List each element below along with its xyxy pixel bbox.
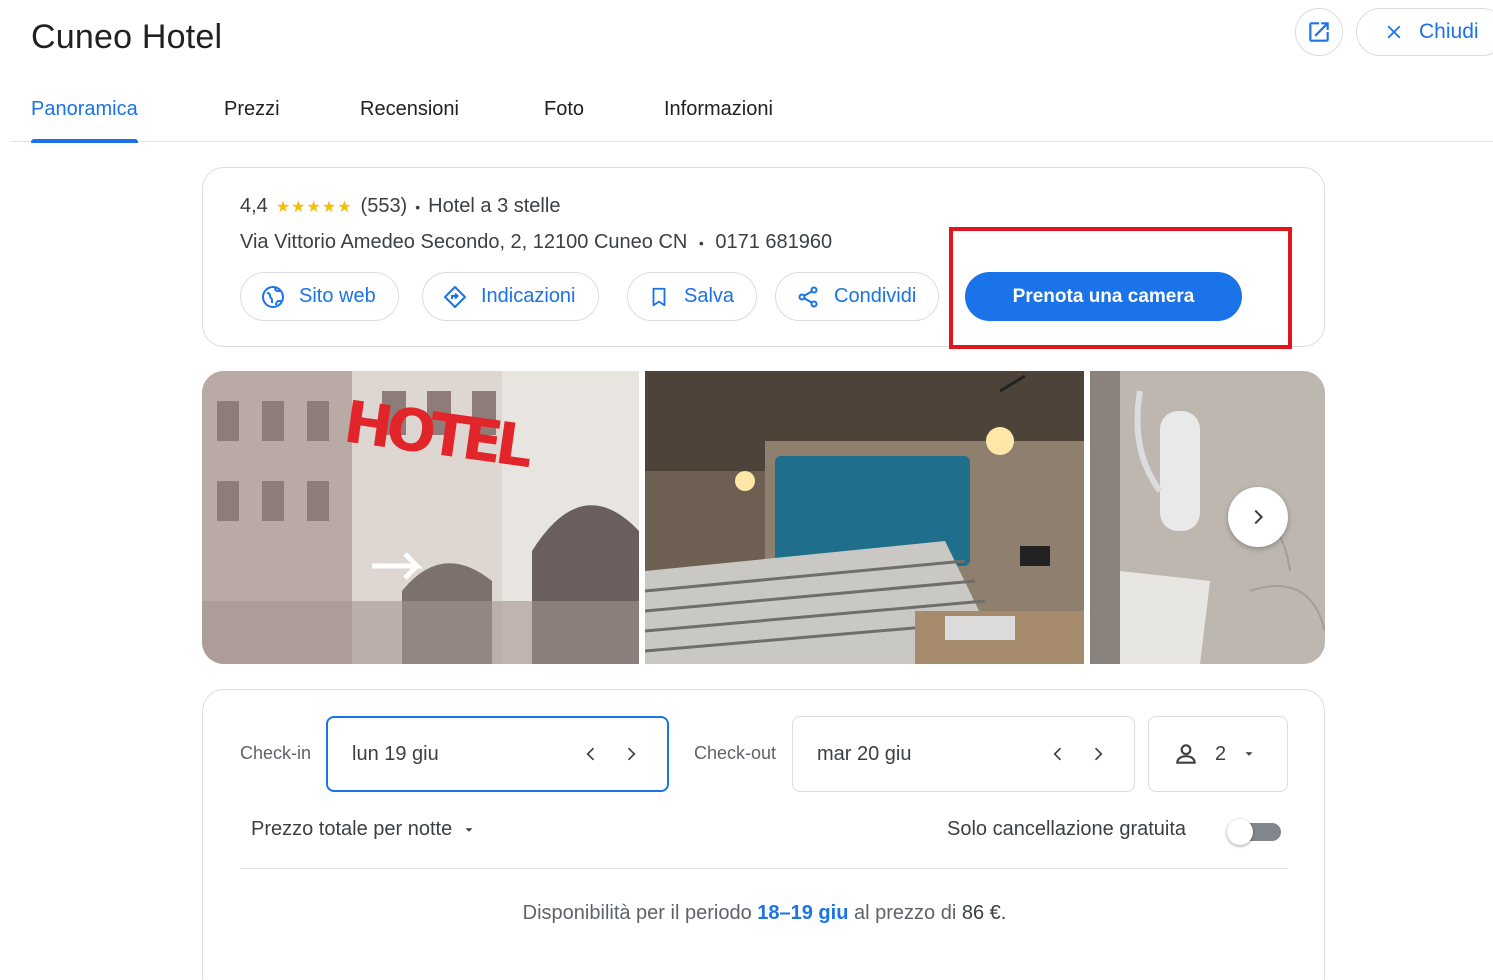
bathroom-image — [1090, 371, 1325, 664]
chevron-left-icon[interactable] — [1048, 743, 1068, 765]
tab-prezzi[interactable]: Prezzi — [224, 98, 280, 142]
globe-icon — [262, 285, 284, 308]
dropdown-arrow-icon — [465, 827, 473, 832]
directions-label: Indicazioni — [481, 285, 576, 307]
booking-card: Check-in lun 19 giu Check-out mar 20 giu… — [202, 689, 1325, 980]
chevron-left-icon[interactable] — [581, 743, 601, 765]
dropdown-arrow-icon — [1245, 752, 1253, 756]
chevron-right-icon — [1254, 509, 1264, 525]
photo-hotel-exterior[interactable]: HOTEL — [202, 371, 639, 664]
hotel-exterior-image: HOTEL — [202, 371, 639, 664]
checkout-field[interactable]: mar 20 giu — [792, 716, 1135, 792]
close-label: Chiudi — [1419, 20, 1479, 43]
website-button[interactable]: Sito web — [240, 272, 399, 321]
separator-dot: • — [698, 235, 704, 251]
open-in-new-button[interactable] — [1295, 8, 1343, 56]
gallery-next-button[interactable] — [1228, 487, 1288, 547]
avail-middle: al prezzo di — [853, 902, 957, 924]
directions-icon — [444, 285, 466, 308]
address-line: Via Vittorio Amedeo Secondo, 2, 12100 Cu… — [240, 231, 832, 254]
chevron-right-icon[interactable] — [1088, 743, 1108, 765]
toggle-knob — [1227, 819, 1253, 845]
avail-price: 86 €. — [961, 902, 1007, 924]
checkin-value: lun 19 giu — [352, 742, 439, 765]
tab-informazioni[interactable]: Informazioni — [664, 98, 773, 142]
separator-dot: • — [415, 198, 421, 215]
guests-selector[interactable]: 2 — [1148, 716, 1288, 792]
chevron-right-icon[interactable] — [621, 743, 641, 765]
divider — [240, 868, 1288, 869]
share-label: Condividi — [834, 285, 917, 307]
tab-foto[interactable]: Foto — [544, 98, 584, 142]
review-count[interactable]: (553) — [361, 195, 408, 218]
rating-value: 4,4 — [240, 195, 268, 217]
bookmark-icon — [652, 287, 666, 306]
room-bed-image — [645, 371, 1084, 664]
checkin-label: Check-in — [240, 743, 312, 763]
highlight-box — [949, 227, 1292, 349]
website-label: Sito web — [299, 285, 376, 307]
photo-bathroom[interactable] — [1090, 371, 1325, 664]
free-cancel-toggle[interactable] — [1227, 819, 1281, 845]
star-rating-icon: ★★★★★ — [275, 198, 353, 216]
close-button[interactable]: Chiudi — [1356, 8, 1493, 56]
page-title: Cuneo Hotel — [31, 18, 223, 56]
rating-line: 4,4 ★★★★★ (553) • Hotel a 3 stelle — [240, 195, 560, 218]
availability-text: Disponibilità per il periodo 18–19 giu a… — [203, 902, 1326, 925]
price-mode-label: Prezzo totale per notte — [251, 818, 453, 840]
person-icon — [1176, 744, 1196, 764]
save-label: Salva — [684, 285, 735, 307]
avail-dates[interactable]: 18–19 giu — [757, 902, 848, 924]
share-button[interactable]: Condividi — [775, 272, 940, 321]
tab-recensioni[interactable]: Recensioni — [360, 98, 459, 142]
checkin-field[interactable]: lun 19 giu — [326, 716, 669, 792]
photo-gallery: HOTEL — [202, 371, 1325, 664]
photo-room-bed[interactable] — [645, 371, 1084, 664]
directions-button[interactable]: Indicazioni — [422, 272, 599, 321]
price-mode-dropdown[interactable]: Prezzo totale per notte — [251, 818, 476, 841]
avail-prefix: Disponibilità per il periodo — [522, 902, 752, 924]
open-in-new-icon — [1309, 22, 1329, 42]
close-icon — [1387, 25, 1401, 39]
free-cancel-label: Solo cancellazione gratuita — [947, 818, 1187, 840]
guests-count: 2 — [1215, 742, 1227, 765]
checkout-label: Check-out — [694, 743, 777, 763]
hotel-address: Via Vittorio Amedeo Secondo, 2, 12100 Cu… — [240, 231, 688, 253]
hotel-phone[interactable]: 0171 681960 — [715, 231, 832, 253]
hotel-category: Hotel a 3 stelle — [428, 195, 561, 217]
tab-panoramica[interactable]: Panoramica — [31, 98, 138, 143]
tab-bar: Panoramica Prezzi Recensioni Foto Inform… — [10, 88, 1493, 143]
share-icon — [798, 286, 818, 307]
save-button[interactable]: Salva — [627, 272, 758, 321]
checkout-value: mar 20 giu — [817, 742, 912, 765]
